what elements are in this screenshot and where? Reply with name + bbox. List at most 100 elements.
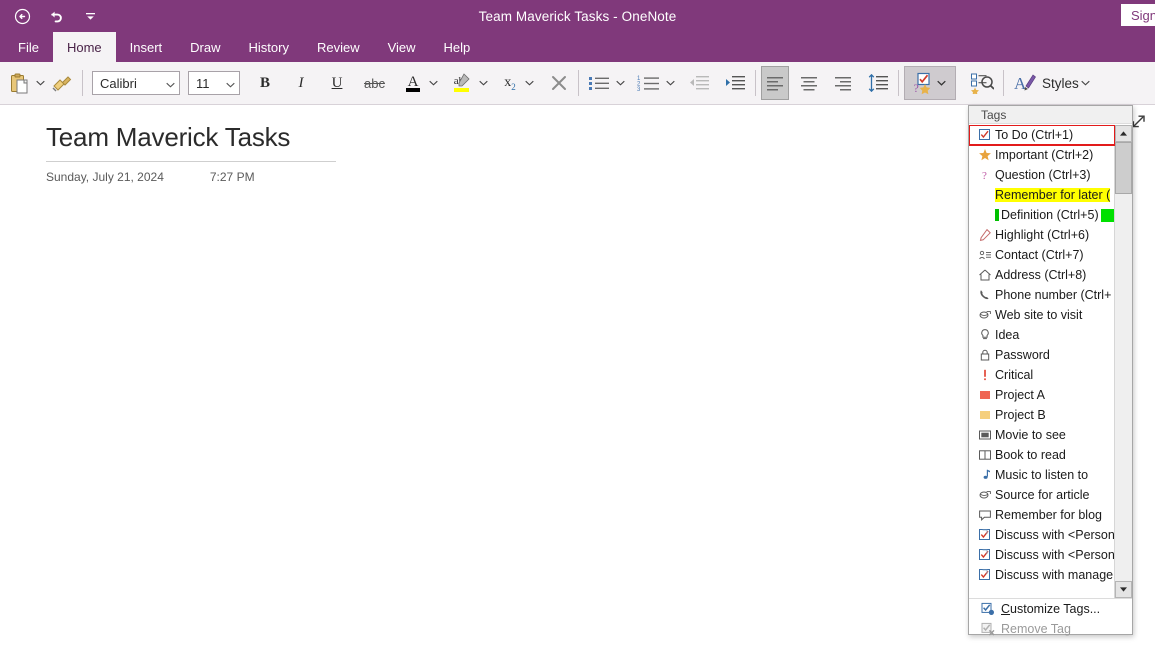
- tag-menu-item[interactable]: Discuss with <Person: [969, 525, 1115, 545]
- chevron-down-icon[interactable]: [166, 76, 175, 91]
- lock-icon: [975, 348, 995, 362]
- tag-menu-item[interactable]: Discuss with <Person: [969, 545, 1115, 565]
- tag-menu-item-label: Critical: [995, 367, 1034, 382]
- increase-indent-button[interactable]: [720, 66, 750, 100]
- sign-in-button[interactable]: Sign i: [1121, 4, 1155, 26]
- subscript-chevron-down-icon[interactable]: [523, 66, 537, 100]
- format-painter-button[interactable]: [47, 66, 77, 100]
- align-center-button[interactable]: [795, 66, 823, 100]
- svg-text:A: A: [408, 74, 419, 90]
- tag-menu-item-label: Password: [995, 347, 1050, 362]
- tag-menu-item[interactable]: Web site to visit: [969, 305, 1115, 325]
- tag-menu-item-label: Web site to visit: [995, 307, 1083, 322]
- globe-link-icon: [975, 488, 995, 502]
- tags-chevron-down-icon[interactable]: [935, 66, 949, 100]
- text-highlight-button[interactable]: ab: [447, 66, 477, 100]
- tag-menu-item-label: Movie to see: [995, 427, 1066, 442]
- strikethrough-button[interactable]: abc: [360, 66, 389, 100]
- tag-menu-item[interactable]: Remember for blog: [969, 505, 1115, 525]
- tag-menu-item[interactable]: Project A: [969, 385, 1115, 405]
- highlight-chevron-down-icon[interactable]: [477, 66, 491, 100]
- ribbon-tab-insert[interactable]: Insert: [116, 32, 177, 62]
- numbering-button[interactable]: 1 2 3: [632, 66, 664, 100]
- music-note-icon: [975, 468, 995, 482]
- paste-button[interactable]: [6, 66, 33, 100]
- tag-menu-item[interactable]: Movie to see: [969, 425, 1115, 445]
- tag-menu-item[interactable]: Idea: [969, 325, 1115, 345]
- page-time[interactable]: 7:27 PM: [210, 170, 255, 184]
- scrollbar-track[interactable]: [1115, 194, 1132, 581]
- tag-menu-item[interactable]: Definition (Ctrl+5): [969, 205, 1115, 225]
- tag-menu-item[interactable]: Source for article: [969, 485, 1115, 505]
- ribbon-tab-home[interactable]: Home: [52, 32, 116, 62]
- tag-menu-item-label: Idea: [995, 327, 1020, 342]
- ribbon-tab-history[interactable]: History: [235, 32, 303, 62]
- tag-menu-item[interactable]: Project B: [969, 405, 1115, 425]
- tag-menu-item[interactable]: Remember for later (: [969, 185, 1115, 205]
- page-date[interactable]: Sunday, July 21, 2024: [46, 170, 164, 184]
- divider: [82, 70, 83, 96]
- remove-tag-menu-item: Remove Tag: [969, 619, 1132, 639]
- align-left-button[interactable]: [760, 66, 789, 100]
- align-right-button[interactable]: [829, 66, 857, 100]
- tag-menu-item[interactable]: Book to read: [969, 445, 1115, 465]
- bullets-button[interactable]: [584, 66, 614, 100]
- tag-menu-item-label: Highlight (Ctrl+6): [995, 227, 1090, 242]
- ribbon-tab-draw[interactable]: Draw: [176, 32, 234, 62]
- bold-button[interactable]: B: [252, 66, 278, 100]
- italic-button[interactable]: I: [288, 66, 314, 100]
- bullets-chevron-down-icon[interactable]: [614, 66, 628, 100]
- font-family-select[interactable]: Calibri: [92, 71, 180, 95]
- ribbon-tab-review[interactable]: Review: [303, 32, 374, 62]
- tag-menu-item[interactable]: ? Question (Ctrl+3): [969, 165, 1115, 185]
- find-tags-button[interactable]: [966, 66, 998, 100]
- scrollbar-thumb[interactable]: [1115, 142, 1132, 194]
- tag-menu-item[interactable]: Password: [969, 345, 1115, 365]
- discuss-checkbox-icon: [975, 548, 995, 562]
- font-color-chevron-down-icon[interactable]: [427, 66, 441, 100]
- ribbon-tab-view[interactable]: View: [374, 32, 430, 62]
- contact-card-icon: [975, 248, 995, 262]
- line-spacing-button[interactable]: [863, 66, 893, 100]
- question-mark-icon: ?: [975, 168, 995, 182]
- divider: [897, 70, 899, 96]
- tag-menu-item-label: Remember for later (: [995, 187, 1111, 203]
- scroll-up-arrow-icon[interactable]: [1115, 125, 1132, 142]
- tag-menu-item[interactable]: Highlight (Ctrl+6): [969, 225, 1115, 245]
- tags-button[interactable]: ?: [903, 66, 956, 100]
- font-size-select[interactable]: 11: [188, 71, 240, 95]
- tag-menu-item[interactable]: Address (Ctrl+8): [969, 265, 1115, 285]
- expand-arrow-icon[interactable]: [1131, 113, 1147, 129]
- chevron-down-icon[interactable]: [226, 76, 235, 91]
- paste-options-chevron-down-icon[interactable]: [33, 66, 47, 100]
- tag-menu-item-label: Question (Ctrl+3): [995, 167, 1091, 182]
- clipboard-group: [6, 65, 88, 101]
- tag-menu-item[interactable]: Contact (Ctrl+7): [969, 245, 1115, 265]
- tag-menu-item[interactable]: Important (Ctrl+2): [969, 145, 1115, 165]
- decrease-indent-button[interactable]: [684, 66, 714, 100]
- customize-tags-menu-item[interactable]: Customize Tags...: [969, 599, 1132, 619]
- font-color-button[interactable]: A: [399, 66, 427, 100]
- page-title[interactable]: Team Maverick Tasks: [46, 122, 336, 153]
- tag-menu-item[interactable]: Phone number (Ctrl+: [969, 285, 1115, 305]
- styles-button[interactable]: A Styles: [1009, 66, 1097, 100]
- numbering-chevron-down-icon[interactable]: [664, 66, 678, 100]
- ribbon-home: Calibri 11 B I U abc A ab x2 1 2 3 ? A S…: [0, 62, 1155, 105]
- underline-button[interactable]: U: [324, 66, 350, 100]
- styles-group: A Styles: [1009, 65, 1097, 101]
- yellow-square-icon: [975, 408, 995, 422]
- tag-menu-item[interactable]: Discuss with manage: [969, 565, 1115, 585]
- styles-chevron-down-icon[interactable]: [1079, 66, 1093, 100]
- clear-formatting-button[interactable]: [545, 66, 573, 100]
- remove-tag-icon: [975, 622, 1001, 636]
- subscript-button[interactable]: x2: [497, 66, 523, 100]
- tags-scrollbar[interactable]: [1114, 125, 1132, 598]
- ribbon-tab-file[interactable]: File: [4, 32, 53, 62]
- tag-menu-item[interactable]: Critical: [969, 365, 1115, 385]
- tag-menu-item[interactable]: To Do (Ctrl+1): [969, 125, 1115, 146]
- tag-menu-item[interactable]: Music to listen to: [969, 465, 1115, 485]
- ribbon-tab-help[interactable]: Help: [430, 32, 485, 62]
- underline-label: U: [331, 74, 343, 91]
- scroll-down-arrow-icon[interactable]: [1115, 581, 1132, 598]
- bold-label: B: [259, 74, 270, 91]
